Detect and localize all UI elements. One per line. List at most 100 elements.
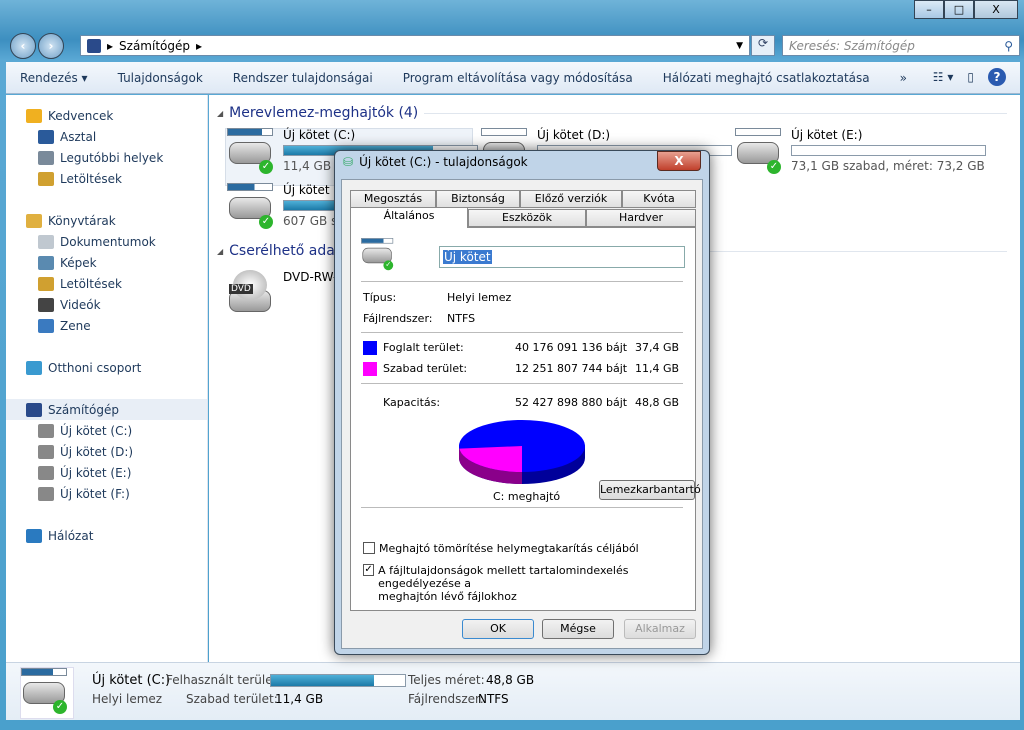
volume-name-input[interactable]: Új kötet: [439, 246, 685, 268]
drive-info: 73,1 GB szabad, méret: 73,2 GB: [791, 159, 985, 173]
search-input[interactable]: Keresés: Számítógép ⚲: [782, 35, 1020, 56]
sidebar-item-label: Kedvencek: [48, 108, 114, 123]
maximize-button[interactable]: □: [944, 0, 974, 19]
group-header-hdd[interactable]: ◢ Merevlemez-meghajtók (4): [217, 105, 1017, 121]
general-tab-panel: ✓ Új kötet Típus: Helyi lemez Fájlrendsz…: [350, 227, 701, 611]
sidebar-item[interactable]: Új kötet (E:): [6, 462, 207, 483]
preview-pane-icon[interactable]: ▯: [967, 70, 974, 84]
dropdown-icon[interactable]: ▼: [736, 41, 743, 51]
sidebar-item[interactable]: Számítógép: [6, 399, 207, 420]
videos-icon: [38, 297, 54, 312]
sidebar-item[interactable]: Letöltések: [6, 273, 207, 294]
sidebar-item-label: Zene: [60, 318, 91, 333]
fs-value: NTFS: [478, 692, 509, 706]
compress-checkbox[interactable]: Meghajtó tömörítése helymegtakarítás cél…: [363, 542, 639, 555]
sidebar-item[interactable]: Új kötet (D:): [6, 441, 207, 462]
disk-cleanup-button[interactable]: Lemezkarbantartó: [599, 480, 701, 500]
drive-dvd[interactable]: DVD DVD-RW-: [227, 270, 337, 320]
refresh-button[interactable]: ⟳: [751, 35, 775, 56]
breadcrumb[interactable]: Számítógép: [119, 39, 190, 53]
disk-usage-pie: [459, 420, 585, 484]
sidebar-item-label: Asztal: [60, 129, 97, 144]
sidebar-item[interactable]: Dokumentumok: [6, 231, 207, 252]
search-icon[interactable]: ⚲: [1004, 39, 1013, 53]
command-bar: Rendezés ▾ Tulajdonságok Rendszer tulajd…: [6, 62, 1020, 94]
tab-tools[interactable]: Eszközök: [468, 209, 586, 227]
sidebar-item-label: Számítógép: [48, 402, 119, 417]
uninstall-program-button[interactable]: Program eltávolítása vagy módosítása: [403, 71, 633, 85]
window-controls: – □ X: [914, 0, 1018, 19]
more-button[interactable]: »: [900, 71, 907, 85]
capacity-label: Kapacitás:: [383, 396, 441, 409]
type-label: Típus:: [363, 291, 397, 304]
cancel-button[interactable]: Mégse: [542, 619, 614, 639]
view-controls: ☷ ▾ ▯ ?: [933, 68, 1006, 86]
tab-sharing[interactable]: Megosztás: [350, 190, 436, 208]
ok-button[interactable]: OK: [462, 619, 534, 639]
drive-icon: ✓: [361, 238, 396, 273]
details-pane: ✓ Új kötet (C:) Helyi lemez Felhasznált …: [6, 662, 1020, 720]
dvd-badge: DVD: [229, 284, 253, 294]
drive-name: Új kötet (C:): [283, 128, 356, 142]
dialog-title: Új kötet (C:) - tulajdonságok: [359, 155, 528, 169]
recent-places-icon: [38, 150, 54, 165]
music-icon: [38, 318, 54, 333]
address-bar[interactable]: ▸ Számítógép ▸ ▼: [80, 35, 750, 56]
apply-button[interactable]: Alkalmaz: [624, 619, 696, 639]
total-label: Teljes méret:: [408, 673, 485, 687]
organize-button[interactable]: Rendezés ▾: [20, 71, 88, 85]
drive-icon: [38, 465, 54, 480]
properties-button[interactable]: Tulajdonságok: [118, 71, 203, 85]
properties-dialog: ⛁ Új kötet (C:) - tulajdonságok X Megoszt…: [334, 150, 710, 655]
dialog-close-button[interactable]: X: [657, 151, 701, 171]
dialog-body: Megosztás Biztonság Előző verziók Kvóta …: [341, 179, 703, 649]
dialog-titlebar: ⛁ Új kötet (C:) - tulajdonságok: [343, 155, 528, 169]
help-icon[interactable]: ?: [988, 68, 1006, 86]
desktop-icon: [38, 129, 54, 144]
sidebar-item[interactable]: Otthoni csoport: [6, 357, 207, 378]
used-color-swatch: [363, 341, 377, 355]
back-button[interactable]: ‹: [10, 33, 36, 59]
computer-icon: [26, 402, 42, 417]
sidebar-item[interactable]: Legutóbbi helyek: [6, 147, 207, 168]
index-checkbox[interactable]: ✓ A fájltulajdonságok mellett tartalomind…: [363, 564, 695, 603]
sidebar-item[interactable]: Videók: [6, 294, 207, 315]
map-network-drive-button[interactable]: Hálózati meghajtó csatlakoztatása: [663, 71, 870, 85]
sidebar-item[interactable]: Új kötet (C:): [6, 420, 207, 441]
tab-quota[interactable]: Kvóta: [622, 190, 696, 208]
drive-item[interactable]: ✓ Új kötet (E:) 73,1 GB szabad, méret: 7…: [735, 128, 986, 178]
sidebar-item[interactable]: Zene: [6, 315, 207, 336]
close-button[interactable]: X: [974, 0, 1018, 19]
minimize-button[interactable]: –: [914, 0, 944, 19]
drive-usage-bar: [791, 145, 986, 156]
view-options-icon[interactable]: ☷ ▾: [933, 70, 954, 84]
system-properties-button[interactable]: Rendszer tulajdonságai: [233, 71, 373, 85]
tab-security[interactable]: Biztonság: [436, 190, 520, 208]
sidebar-item-label: Új kötet (D:): [60, 444, 134, 459]
capacity-gb: 48,8 GB: [635, 396, 680, 409]
free-value: 11,4 GB: [275, 692, 324, 706]
sidebar-item[interactable]: Képek: [6, 252, 207, 273]
sidebar-item[interactable]: Új kötet (F:): [6, 483, 207, 504]
sidebar-item[interactable]: Kedvencek: [6, 105, 207, 126]
fs-label: Fájlrendszer:: [408, 692, 484, 706]
free-label: Szabad terület:: [383, 362, 468, 375]
drive-icon: ✓: [227, 183, 277, 233]
computer-icon: [87, 38, 101, 53]
status-drive-type: Helyi lemez: [92, 692, 163, 706]
tab-previous-versions[interactable]: Előző verziók: [520, 190, 622, 208]
used-gb: 37,4 GB: [635, 341, 680, 354]
libraries-icon: [26, 213, 42, 228]
drive-icon: ✓: [227, 128, 277, 178]
forward-button[interactable]: ›: [38, 33, 64, 59]
search-placeholder: Keresés: Számítógép: [789, 38, 915, 53]
sidebar-item-label: Új kötet (C:): [60, 423, 133, 438]
sidebar-item[interactable]: Hálózat: [6, 525, 207, 546]
tab-general[interactable]: Általános: [350, 207, 468, 228]
sidebar-item[interactable]: Letöltések: [6, 168, 207, 189]
fs-value: NTFS: [447, 312, 476, 325]
navigation-pane: Kedvencek Asztal Legutóbbi helyek Letöltése…: [6, 95, 208, 662]
sidebar-item[interactable]: Asztal: [6, 126, 207, 147]
tab-hardware[interactable]: Hardver: [586, 209, 696, 227]
sidebar-item[interactable]: Könyvtárak: [6, 210, 207, 231]
